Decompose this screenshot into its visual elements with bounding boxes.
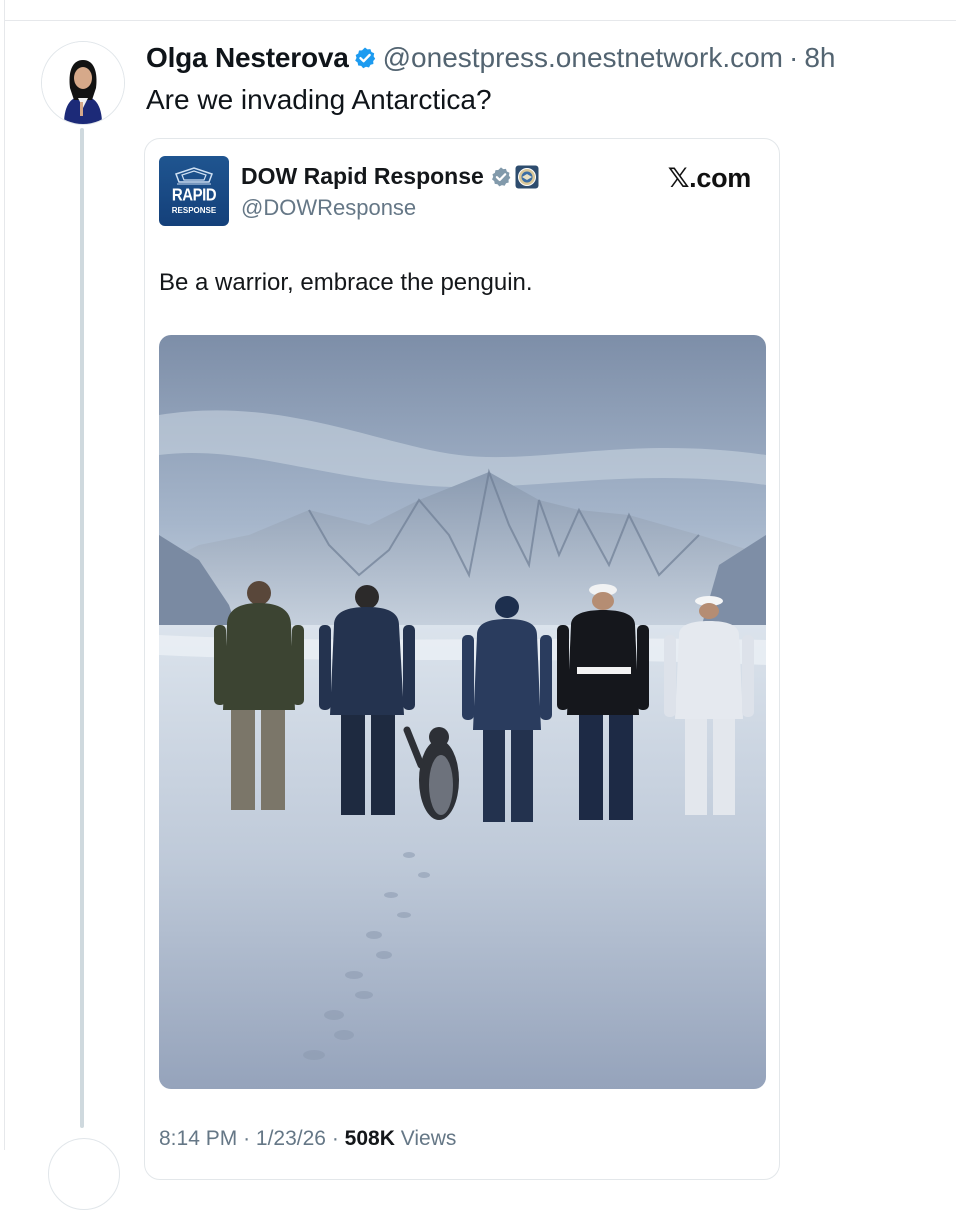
views-label: Views [400, 1127, 457, 1150]
views-count: 508K [344, 1127, 395, 1150]
post-text: Are we invading Antarctica? [146, 84, 492, 115]
separator-dot: · [789, 42, 799, 73]
top-divider [4, 20, 956, 21]
quoted-author-handle[interactable]: @DOWResponse [241, 195, 416, 221]
logo-text-response: RESPONSE [171, 206, 217, 215]
quoted-author-name[interactable]: DOW Rapid Response [241, 163, 484, 190]
footer-separator: · [331, 1127, 339, 1150]
footer-separator: · [243, 1127, 251, 1150]
author-name[interactable]: Olga Nesterova [146, 42, 349, 74]
quoted-post-card[interactable]: RAPID RESPONSE DOW Rapid Response @DOWRe… [144, 138, 780, 1180]
footer-date[interactable]: 1/23/26 [256, 1127, 326, 1150]
logo-text-rapid: RAPID [171, 185, 217, 206]
footer-time[interactable]: 8:14 PM [159, 1127, 237, 1150]
source-label: 𝕏.com [667, 163, 752, 193]
left-border [4, 0, 5, 1150]
snow-mountain-photo [159, 335, 766, 1089]
dod-seal-icon [515, 165, 539, 189]
quoted-author-row: DOW Rapid Response [241, 163, 539, 190]
next-post-avatar[interactable] [48, 1138, 120, 1210]
verified-badge-icon [353, 46, 377, 70]
thread-line [80, 128, 84, 1128]
pentagon-building-icon [175, 167, 213, 185]
gray-verified-badge-icon [490, 166, 512, 188]
quoted-post-text: Be a warrior, embrace the penguin. [159, 269, 533, 296]
post-timestamp[interactable]: 8h [804, 42, 835, 74]
author-avatar[interactable] [41, 41, 125, 125]
post-header: Olga Nesterova @onestpress.onestnetwork.… [146, 40, 836, 76]
quoted-post-image[interactable] [159, 335, 766, 1089]
author-handle[interactable]: @onestpress.onestnetwork.com [383, 42, 783, 74]
quoted-author-avatar[interactable]: RAPID RESPONSE [159, 156, 229, 226]
quoted-post-footer: 8:14 PM · 1/23/26 · 508K Views [159, 1127, 456, 1151]
